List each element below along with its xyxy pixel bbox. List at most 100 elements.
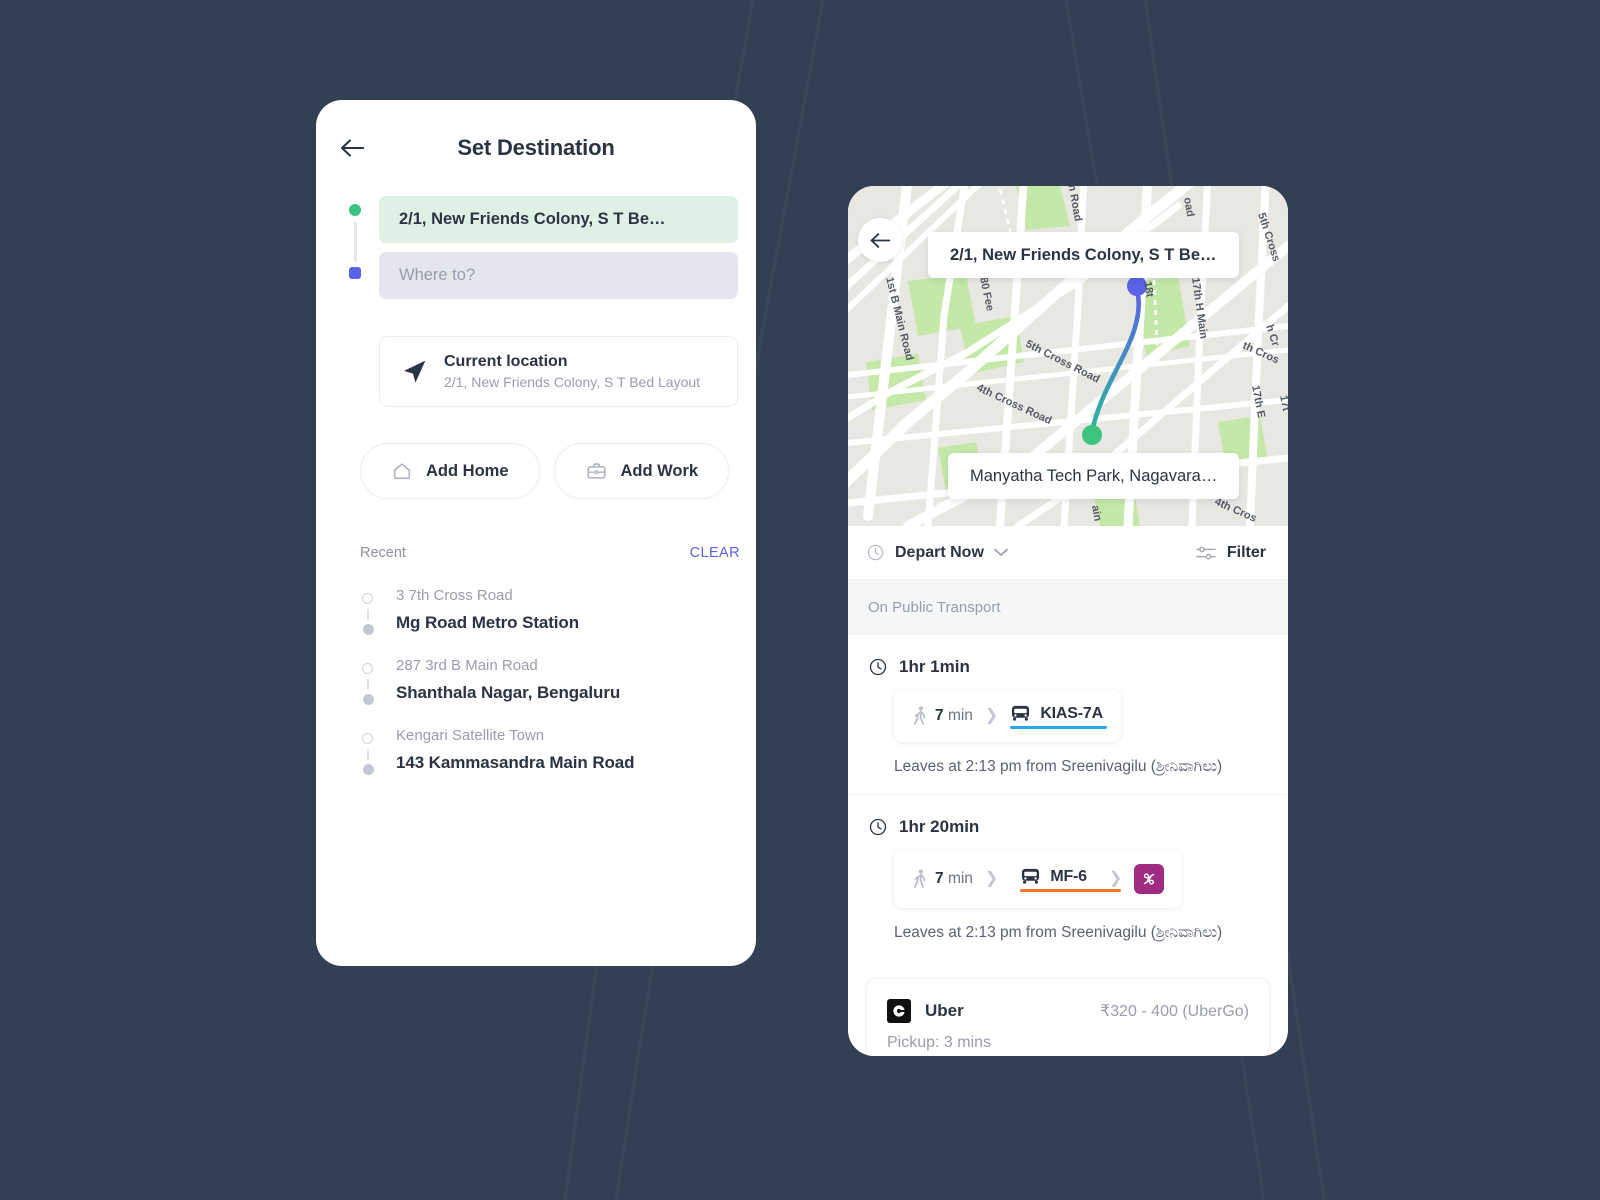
origin-dest-rail [348,204,362,280]
list-item[interactable]: 287 3rd B Main Road Shanthala Nagar, Ben… [316,645,756,715]
walk-time: 7 [935,870,944,887]
walk-leg: 7 min [912,706,973,726]
recent-origin-dot-icon [362,733,373,744]
recent-item-sub: Kengari Satellite Town [396,727,545,744]
rail-connector [353,222,357,262]
route-option-2[interactable]: 1hr 20min 7 min ❯ MF-6 ❯ Leaves at 2:13 … [848,795,1288,960]
route-input-group: 2/1, New Friends Colony, S T Be… Where t… [316,196,756,299]
list-item[interactable]: Kengari Satellite Town 143 Kammasandra M… [316,715,756,785]
recent-list: 3 7th Cross Road Mg Road Metro Station 2… [316,575,756,785]
depart-now-selector[interactable]: Depart Now [866,543,1008,562]
recent-item-sub: 3 7th Cross Road [396,587,513,604]
chevron-right-icon: ❯ [1108,870,1123,887]
recent-item-main: 143 Kammasandra Main Road [396,753,635,772]
uber-pickup-time: Pickup: 3 mins [887,1034,992,1051]
origin-dot-icon [349,204,361,216]
screen-background: Set Destination 2/1, New Friends Colony,… [0,0,1600,1200]
add-work-button[interactable]: Add Work [553,443,730,499]
add-home-label: Add Home [426,461,509,480]
recent-origin-dot-icon [362,663,373,674]
recent-item-rail [362,733,374,775]
add-work-label: Add Work [620,461,699,480]
route-duration: 1hr 1min [899,657,970,676]
bus-icon [1022,868,1040,884]
uber-logo-icon [887,999,911,1023]
chevron-down-icon [994,548,1008,556]
home-icon [393,463,411,480]
route-duration-row: 1hr 20min [868,817,1268,837]
recent-rail-connector [366,749,370,760]
recent-item-main: Shanthala Nagar, Bengaluru [396,683,621,702]
map-view[interactable]: 1st B Main Road 80 Fee in Road 5th Cross… [848,186,1288,526]
origin-input[interactable]: 2/1, New Friends Colony, S T Be… [379,196,738,243]
bus-line-number: KIAS-7A [1040,704,1103,722]
uber-card-top-row: Uber ₹320 - 400 (UberGo) [887,999,1249,1023]
chevron-right-icon: ❯ [984,870,999,887]
left-header: Set Destination [316,100,756,196]
map-origin-chip[interactable]: 2/1, New Friends Colony, S T Be… [928,232,1239,278]
recent-destination-dot-icon [362,694,374,705]
destination-dot-icon [349,267,361,279]
route-duration: 1hr 20min [899,817,980,836]
clock-icon [869,658,887,676]
recent-origin-dot-icon [362,593,373,604]
depart-now-label: Depart Now [895,543,984,561]
recent-label: Recent [360,545,406,561]
set-destination-screen: Set Destination 2/1, New Friends Colony,… [316,100,756,966]
public-transport-section-header: On Public Transport [848,580,1288,635]
uber-brand: Uber [887,999,964,1023]
current-location-subtitle: 2/1, New Friends Colony, S T Bed Layout [444,374,701,390]
walk-unit: min [947,707,973,724]
list-item[interactable]: 3 7th Cross Road Mg Road Metro Station [316,575,756,645]
add-home-button[interactable]: Add Home [360,443,540,499]
bus-line-color-bar [1020,889,1121,892]
walk-leg: 7 min [912,869,973,889]
arrow-left-icon[interactable] [858,218,902,262]
route-departure-info: Leaves at 2:13 pm from Sreenivagilu (ಶ್ರ… [894,758,1223,775]
briefcase-icon [586,463,606,479]
clear-recent-button[interactable]: CLEAR [690,545,740,561]
recent-rail-connector [366,609,370,620]
route-duration-row: 1hr 1min [868,657,1268,677]
quick-actions-row: Add Home Add Work [360,443,756,499]
walking-icon [913,869,926,889]
route-legs-card[interactable]: 7 min ❯ KIAS-7A [894,690,1121,742]
route-departure-info: Leaves at 2:13 pm from Sreenivagilu (ಶ್ರ… [894,924,1223,941]
clock-icon [869,818,887,836]
walk-unit: min [947,870,973,887]
bus-line-color-bar [1010,726,1107,729]
route-option-1[interactable]: 1hr 1min 7 min ❯ KIAS-7A Leaves at 2:13 … [848,635,1288,795]
walking-icon [913,706,926,726]
recent-item-sub: 287 3rd B Main Road [396,657,538,674]
bus-icon [1012,705,1030,721]
bus-line-number: MF-6 [1050,867,1087,885]
uber-option-card[interactable]: Uber ₹320 - 400 (UberGo) Pickup: 3 mins [866,978,1270,1056]
recent-item-rail [362,663,374,705]
recent-item-main: Mg Road Metro Station [396,613,579,632]
walk-time: 7 [935,707,944,724]
page-title: Set Destination [457,135,615,160]
uber-price: ₹320 - 400 (UberGo) [1100,1003,1249,1020]
current-location-title: Current location [444,353,568,370]
navigation-arrow-icon [404,360,426,383]
clock-icon [867,544,884,561]
namma-metro-icon [1134,864,1165,894]
recent-destination-dot-icon [362,764,374,775]
chevron-right-icon: ❯ [984,707,999,724]
map-destination-chip[interactable]: Manyatha Tech Park, Nagavara… [948,453,1240,499]
recent-destination-dot-icon [362,624,374,635]
arrow-left-icon[interactable] [336,132,368,164]
route-legs-card[interactable]: 7 min ❯ MF-6 ❯ [894,850,1183,908]
sliders-icon [1196,545,1216,560]
recent-header: Recent CLEAR [360,545,740,561]
recent-rail-connector [366,679,370,690]
bus-leg: KIAS-7A [1010,704,1107,729]
background-decorative-curves [563,0,1326,1200]
filter-button[interactable]: Filter [1195,544,1266,562]
destination-input[interactable]: Where to? [379,252,738,299]
bus-leg: MF-6 [1020,867,1121,892]
uber-name: Uber [925,1001,964,1020]
depart-filter-bar: Depart Now Filter [848,526,1288,580]
recent-item-rail [362,593,374,635]
current-location-card[interactable]: Current location 2/1, New Friends Colony… [379,336,738,407]
